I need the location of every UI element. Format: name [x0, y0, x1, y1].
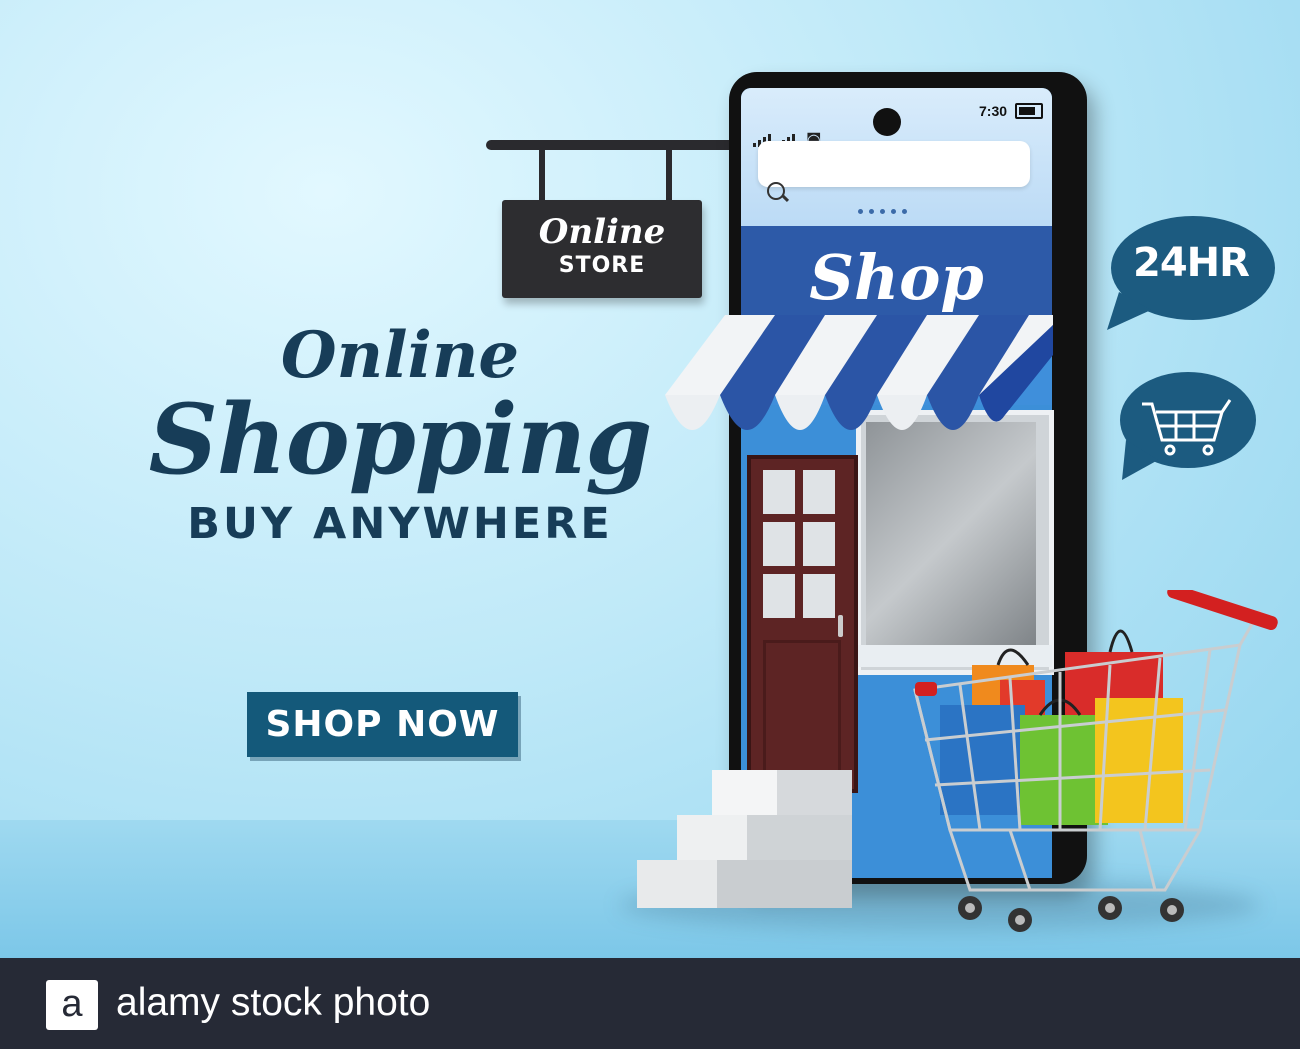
entrance-steps — [637, 770, 852, 908]
hero-line-shopping: Shopping — [148, 383, 653, 496]
hero-line-buy-anywhere: BUY ANYWHERE — [187, 499, 613, 549]
battery-icon — [1015, 103, 1043, 119]
footer-credit: alamy stock photo — [116, 981, 431, 1024]
search-icon[interactable] — [767, 182, 785, 200]
hero-line-online: Online — [280, 318, 520, 393]
hero-headline: Online Shopping BUY ANYWHERE — [120, 320, 680, 550]
status-time: 7:30 — [979, 103, 1008, 119]
door-lower-panel — [763, 640, 841, 781]
online-store-sign: Online STORE — [502, 200, 702, 298]
sign-line-online: Online — [538, 212, 666, 252]
door-handle — [838, 615, 843, 637]
search-bar[interactable] — [758, 141, 1030, 187]
shop-title: Shop — [809, 241, 984, 314]
shopping-cart-with-bags — [913, 590, 1278, 932]
alamy-logo: a — [46, 980, 98, 1030]
hours-label: 24HR — [1133, 240, 1250, 286]
sign-bracket — [486, 140, 734, 150]
cart-bubble — [1120, 372, 1256, 480]
sign-line-store: STORE — [558, 253, 646, 278]
page-dots — [858, 209, 907, 214]
sign-rod-left — [539, 150, 545, 200]
sign-rod-right — [666, 150, 672, 200]
shop-now-button[interactable]: SHOP NOW — [247, 692, 518, 757]
camera-notch — [873, 108, 901, 136]
awning — [665, 315, 1053, 430]
door-panes — [763, 470, 835, 618]
